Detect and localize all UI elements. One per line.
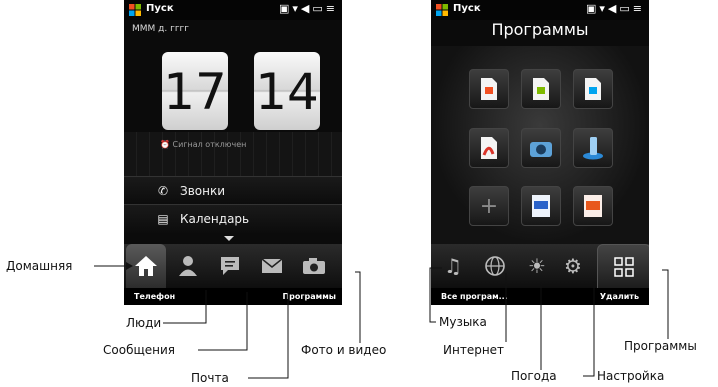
callout-music: Музыка	[439, 315, 487, 329]
callout-lines	[94, 262, 669, 379]
callout-weather: Погода	[511, 369, 557, 383]
callout-settings: Настройка	[597, 369, 665, 383]
callout-programs: Программы	[624, 339, 697, 353]
callout-home: Домашняя	[6, 259, 73, 273]
callout-photo-video: Фото и видео	[301, 343, 387, 357]
callout-mail: Почта	[191, 371, 229, 385]
callout-messages: Сообщения	[103, 343, 176, 357]
callout-people: Люди	[126, 316, 162, 330]
callout-internet: Интернет	[443, 343, 505, 357]
